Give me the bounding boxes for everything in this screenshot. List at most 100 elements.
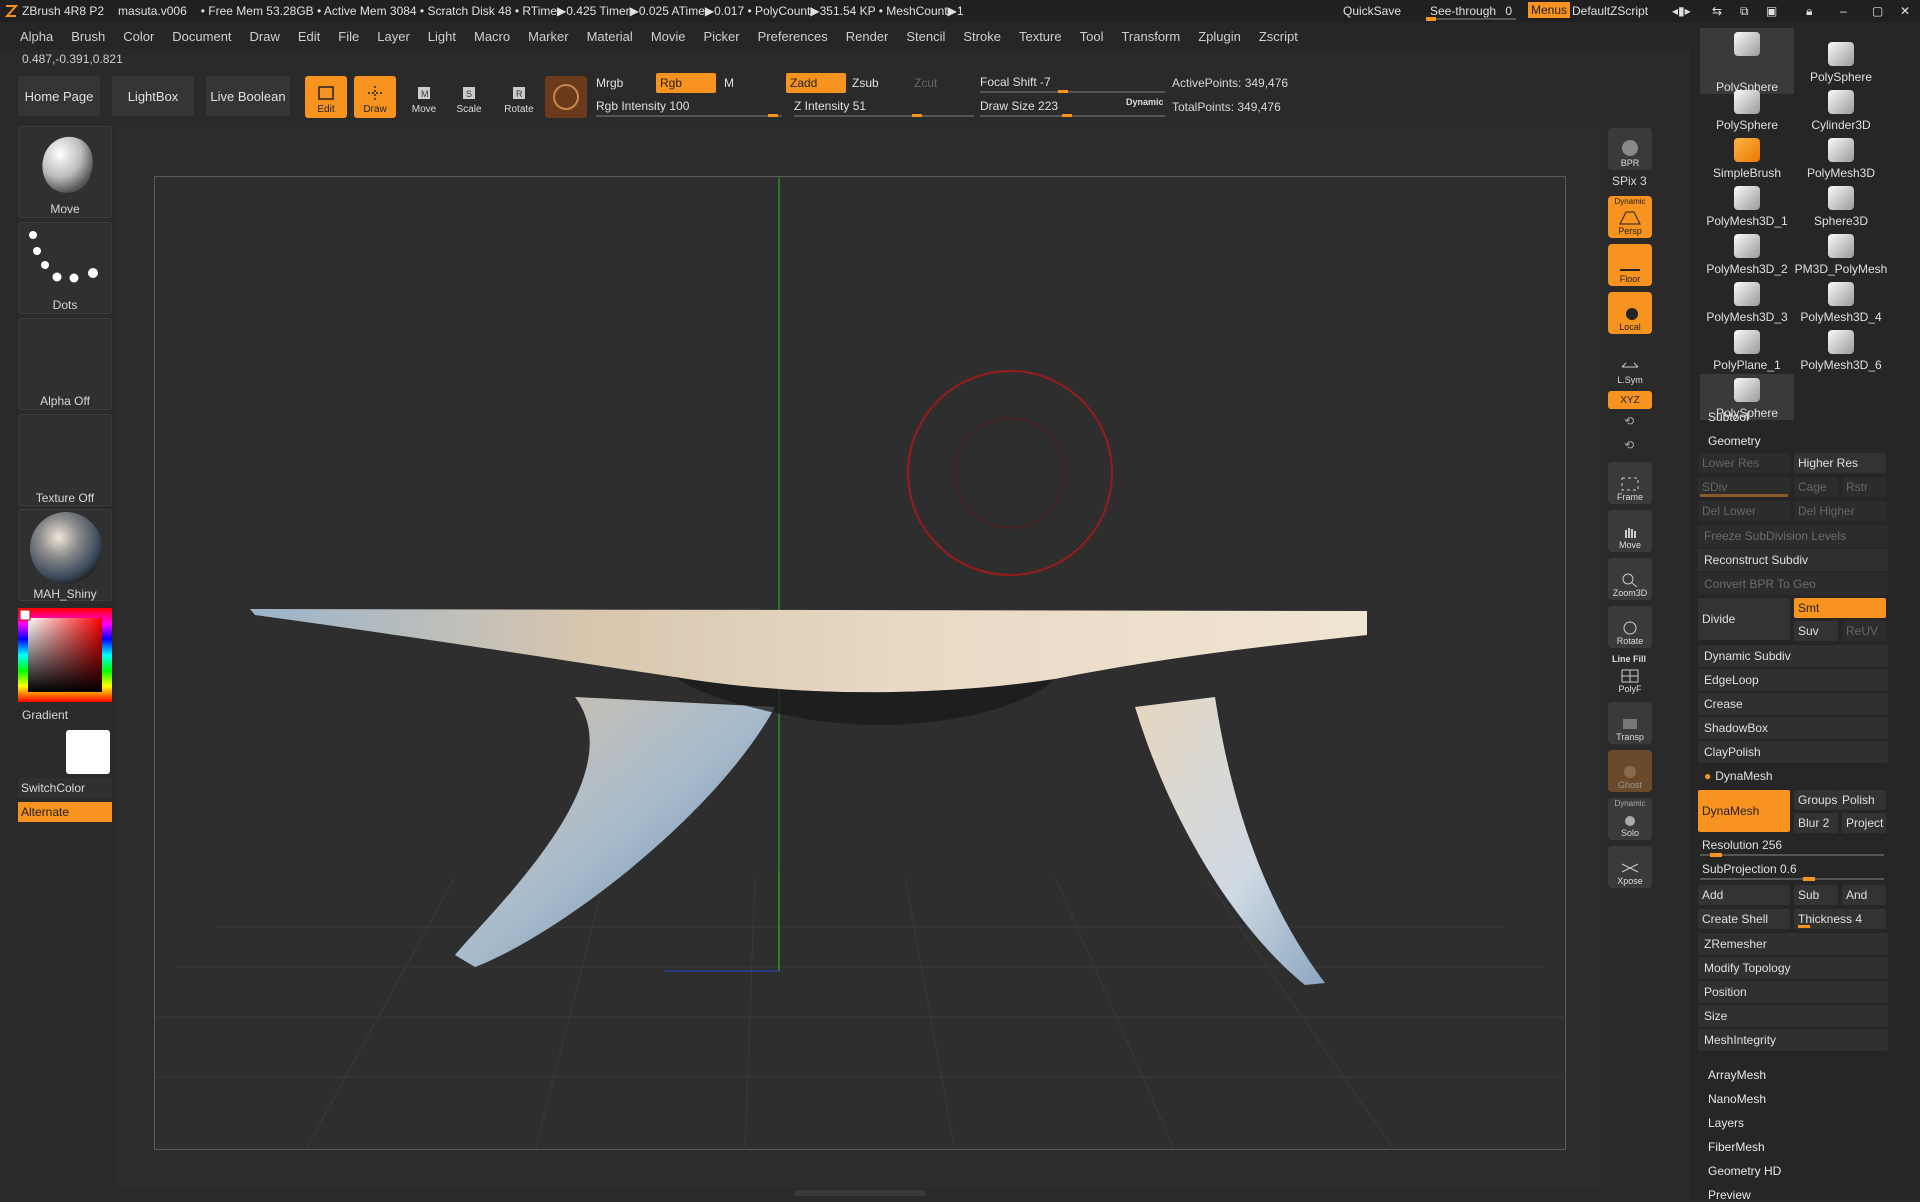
rgb-toggle[interactable]: Rgb [656,73,716,93]
geometry-header[interactable]: Geometry [1708,434,1761,448]
dynamic-subdiv-button[interactable]: Dynamic Subdiv [1698,645,1888,667]
menu-zplugin[interactable]: Zplugin [1198,29,1241,44]
tool-thumb-polymesh3d[interactable]: PolyMesh3D [1794,134,1888,180]
shadowbox-button[interactable]: ShadowBox [1698,717,1888,739]
home-page-button[interactable]: Home Page [18,76,100,116]
menus-toggle[interactable]: Menus [1528,2,1571,18]
rstr-button[interactable]: Rstr [1842,477,1886,497]
dynamesh-button[interactable]: DynaMesh [1698,790,1790,832]
higher-res-button[interactable]: Higher Res [1794,453,1886,473]
material-swatch-button[interactable] [545,76,587,118]
transp-button[interactable]: Transp [1608,702,1652,744]
subprojection-knob[interactable] [1803,877,1815,881]
subpalette-nanomesh[interactable]: NanoMesh [1708,1092,1766,1106]
tool-thumb-cylinder3d[interactable]: Cylinder3D [1794,86,1888,132]
color-swatches[interactable] [18,728,112,776]
subpalette-layers[interactable]: Layers [1708,1116,1744,1130]
reuv-toggle[interactable]: ReUV [1842,621,1886,641]
rgb-intensity-knob[interactable] [768,114,778,117]
lsym-button[interactable]: L.Sym [1608,345,1652,387]
crease-button[interactable]: Crease [1698,693,1888,715]
horizontal-scrollbar[interactable] [795,1190,925,1196]
menu-stroke[interactable]: Stroke [963,29,1001,44]
maximize-icon[interactable]: ▢ [1872,4,1883,18]
menu-transform[interactable]: Transform [1121,29,1180,44]
lightbox-button[interactable]: LightBox [112,76,194,116]
menu-file[interactable]: File [338,29,359,44]
smt-toggle[interactable]: Smt [1794,598,1886,618]
layout-icon[interactable]: ◂▮▸ [1672,4,1691,18]
del-lower-button[interactable]: Del Lower [1698,501,1790,521]
xyz-button[interactable]: XYZ [1608,391,1652,409]
menu-stencil[interactable]: Stencil [906,29,945,44]
z-intensity-slider[interactable]: Z Intensity 51 [790,96,975,116]
minimize-icon[interactable]: – [1840,4,1847,18]
focal-shift-slider[interactable]: Focal Shift -7 [976,72,1166,92]
move-view-button[interactable]: Move [1608,510,1652,552]
zoom3d-button[interactable]: Zoom3D [1608,558,1652,600]
convert-bpr-button[interactable]: Convert BPR To Geo [1698,573,1888,595]
meshintegrity-button[interactable]: MeshIntegrity [1698,1029,1888,1051]
tool-thumb-sphere3d[interactable]: Sphere3D [1794,182,1888,228]
quicksave-button[interactable]: QuickSave [1343,4,1401,18]
menu-layer[interactable]: Layer [377,29,410,44]
seethrough-slider[interactable]: See-through 0 [1426,4,1516,21]
menu-tool[interactable]: Tool [1080,29,1104,44]
scale-button[interactable]: S Scale [448,76,490,118]
menu-preferences[interactable]: Preferences [758,29,828,44]
tool-thumb-simplebrush[interactable]: SimpleBrush [1700,134,1794,180]
reconstruct-subdiv-button[interactable]: Reconstruct Subdiv [1698,549,1888,571]
tool-thumb-polymesh3d-2[interactable]: PolyMesh3D_2 [1700,230,1794,276]
tool-thumb-polysphere[interactable]: PolySphere [1700,28,1794,94]
rotate-button[interactable]: R Rotate [498,76,540,118]
live-boolean-button[interactable]: Live Boolean [206,76,290,116]
menu-draw[interactable]: Draw [250,29,280,44]
add-button[interactable]: Add [1698,885,1790,905]
tool-thumb-polysphere[interactable]: PolySphere [1700,86,1794,132]
and-button[interactable]: And [1842,885,1886,905]
menu-render[interactable]: Render [846,29,889,44]
menu-brush[interactable]: Brush [71,29,105,44]
groups-toggle[interactable]: Groups [1794,790,1838,810]
edgeloop-button[interactable]: EdgeLoop [1698,669,1888,691]
rotate-axis-icon[interactable]: ⟲ [1624,414,1634,428]
subpalette-fibermesh[interactable]: FiberMesh [1708,1140,1765,1154]
menu-edit[interactable]: Edit [298,29,320,44]
rgb-intensity-slider[interactable]: Rgb Intensity 100 [592,96,782,116]
freeze-subdiv-button[interactable]: Freeze SubDivision Levels [1698,525,1888,547]
switch-color-button[interactable]: SwitchColor [18,778,112,798]
close-icon[interactable]: ✕ [1900,4,1910,18]
size-button[interactable]: Size [1698,1005,1888,1027]
tool-thumb-polymesh3d-1[interactable]: PolyMesh3D_1 [1700,182,1794,228]
edit-button[interactable]: Edit [305,76,347,118]
resolution-knob[interactable] [1710,853,1722,857]
main-color-swatch[interactable] [66,730,110,774]
suv-toggle[interactable]: Suv [1794,621,1838,641]
claypolish-button[interactable]: ClayPolish [1698,741,1888,763]
menu-alpha[interactable]: Alpha [20,29,53,44]
viewport[interactable] [154,176,1567,1151]
alternate-button[interactable]: Alternate [18,802,112,822]
menu-zscript[interactable]: Zscript [1259,29,1298,44]
z-intensity-knob[interactable] [912,114,922,117]
bpr-button[interactable]: BPR [1608,128,1652,170]
project-toggle[interactable]: Project [1842,813,1886,833]
polish-toggle[interactable]: Polish [1838,790,1886,810]
local-button[interactable]: Local [1608,292,1652,334]
menu-material[interactable]: Material [587,29,633,44]
m-toggle[interactable]: M [720,73,780,93]
subpalette-arraymesh[interactable]: ArrayMesh [1708,1068,1766,1082]
blur-slider[interactable]: Blur 2 [1794,813,1838,833]
create-shell-button[interactable]: Create Shell [1698,909,1790,929]
persp-button[interactable]: Dynamic Persp [1608,196,1652,238]
lock-icon[interactable]: 🔒︎ [1806,4,1812,19]
menu-texture[interactable]: Texture [1019,29,1062,44]
menu-light[interactable]: Light [428,29,456,44]
menu-macro[interactable]: Macro [474,29,510,44]
draw-button[interactable]: Draw [354,76,396,118]
cage-button[interactable]: Cage [1794,477,1838,497]
ghost-button[interactable]: Ghost [1608,750,1652,792]
menu-marker[interactable]: Marker [528,29,568,44]
sub-button[interactable]: Sub [1794,885,1838,905]
position-button[interactable]: Position [1698,981,1888,1003]
